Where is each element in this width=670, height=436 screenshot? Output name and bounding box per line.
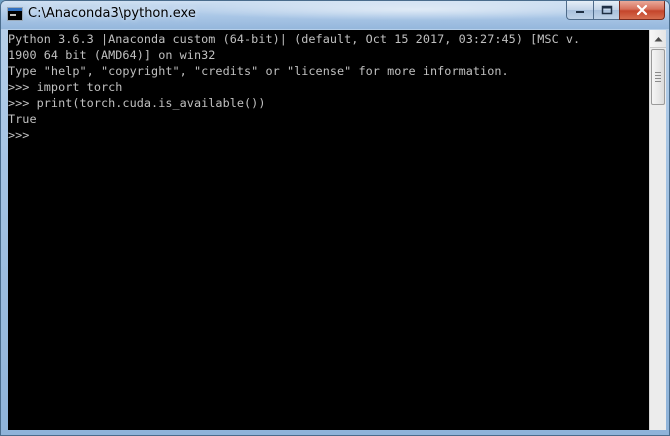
maximize-button[interactable] xyxy=(593,1,619,20)
console-prompt-line[interactable]: >>> xyxy=(8,127,649,143)
title-bar[interactable]: C:\Anaconda3\python.exe xyxy=(1,1,669,29)
window-title: C:\Anaconda3\python.exe xyxy=(28,6,196,21)
console-app-icon[interactable] xyxy=(7,7,23,21)
window-controls xyxy=(566,1,665,21)
arrow-up-icon xyxy=(654,36,662,41)
scroll-up-button[interactable] xyxy=(650,30,666,48)
minimize-icon xyxy=(576,11,584,13)
maximize-icon xyxy=(601,5,612,15)
grip-line xyxy=(655,72,661,73)
close-icon xyxy=(636,4,648,16)
console-line: 1900 64 bit (AMD64)] on win32 xyxy=(8,48,216,62)
vertical-scrollbar[interactable] xyxy=(649,30,666,430)
console-lines: Python 3.6.3 |Anaconda custom (64-bit)| … xyxy=(8,30,649,143)
console-line: Type "help", "copyright", "credits" or "… xyxy=(8,64,509,78)
console-line: >>> print(torch.cuda.is_available()) xyxy=(8,96,266,110)
console-line: True xyxy=(8,112,37,126)
grip-line xyxy=(655,75,661,76)
console-line: >>> import torch xyxy=(8,80,123,94)
console-output[interactable]: Python 3.6.3 |Anaconda custom (64-bit)| … xyxy=(8,30,649,430)
grip-line xyxy=(655,78,661,79)
close-button[interactable] xyxy=(619,1,665,20)
console-line: Python 3.6.3 |Anaconda custom (64-bit)| … xyxy=(8,32,581,46)
scroll-thumb[interactable] xyxy=(651,49,665,105)
minimize-button[interactable] xyxy=(566,1,593,20)
grip-line xyxy=(655,81,661,82)
console-window: C:\Anaconda3\python.exe Python 3.6.3 |An… xyxy=(0,0,670,436)
